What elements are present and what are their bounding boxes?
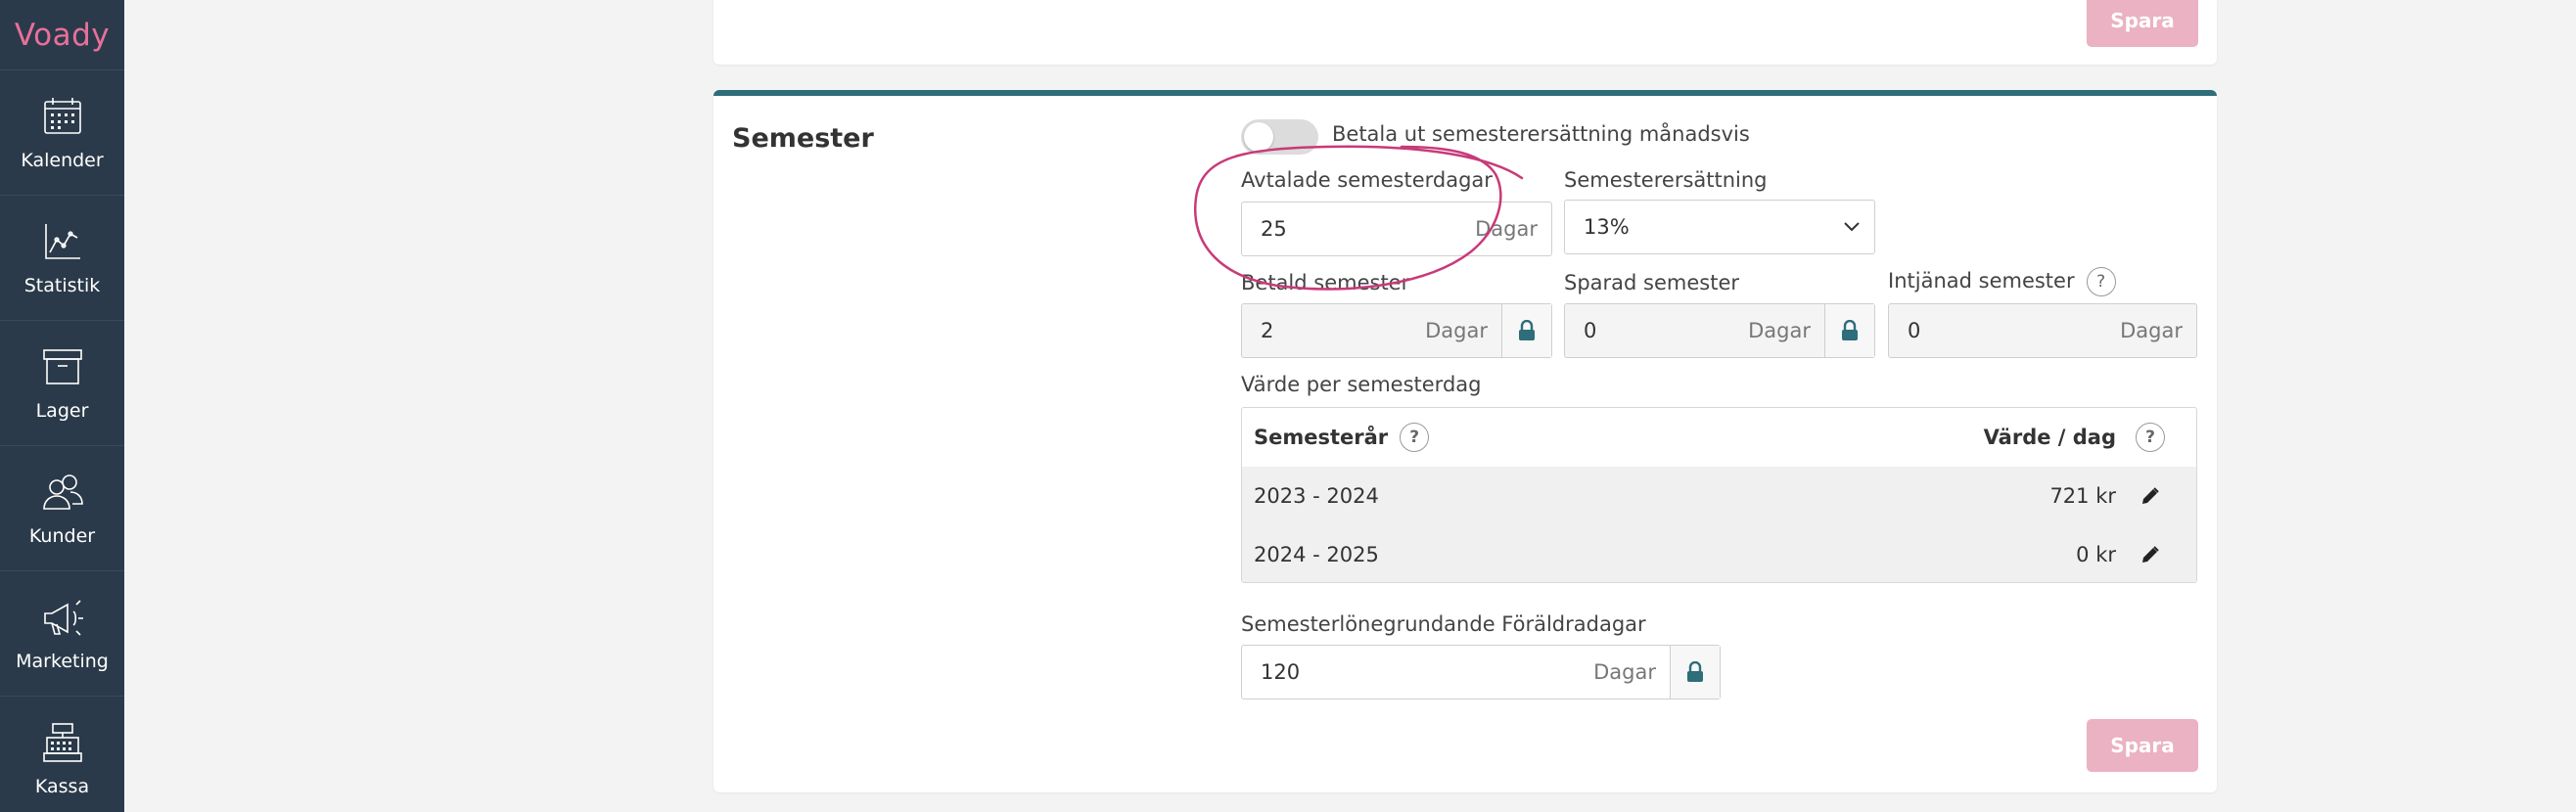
sparad-input[interactable]: 0 Dagar (1564, 303, 1875, 358)
intjanad-label: Intjänad semester? (1888, 267, 2116, 296)
avtalade-value[interactable]: 25 (1242, 217, 1475, 241)
megaphone-icon (43, 599, 83, 636)
archive-icon (42, 348, 82, 384)
monthly-payout-toggle[interactable] (1241, 119, 1318, 155)
year-cell: 2023 - 2024 (1254, 484, 1379, 508)
logo-text: Voady (14, 17, 111, 53)
table-row: 2023 - 2024 721 kr (1242, 467, 2196, 525)
avtalade-input[interactable]: 25 Dagar (1241, 202, 1552, 256)
intjanad-label-text: Intjänad semester (1888, 269, 2075, 293)
betald-label: Betald semester (1241, 271, 1410, 294)
sidebar-item-label: Marketing (16, 650, 109, 672)
section-title: Semester (732, 123, 874, 154)
unit-label: Dagar (1593, 660, 1656, 684)
ersattning-select[interactable]: 13% (1564, 200, 1875, 254)
sidebar-item-statistik[interactable]: Statistik (0, 196, 124, 321)
app-logo[interactable]: Voady (0, 0, 124, 70)
edit-icon[interactable] (2140, 545, 2160, 564)
table-row: 2024 - 2025 0 kr (1242, 525, 2196, 582)
help-icon[interactable]: ? (2136, 423, 2165, 452)
ersattning-value: 13% (1584, 215, 1630, 239)
foraldra-lock-button[interactable] (1670, 646, 1720, 699)
intjanad-value: 0 (1908, 319, 1921, 342)
foraldra-label: Semesterlönegrundande Föräldradagar (1241, 612, 1646, 636)
sidebar-item-label: Kassa (34, 775, 90, 797)
foraldra-value[interactable]: 120 (1242, 660, 1593, 684)
ersattning-label: Semesterersättning (1564, 168, 1768, 192)
intjanad-input: 0 Dagar (1888, 303, 2197, 358)
save-button[interactable]: Spara (2087, 719, 2198, 772)
unit-label: Dagar (2120, 319, 2183, 342)
sidebar-item-kunder[interactable]: Kunder (0, 446, 124, 571)
monthly-payout-label: Betala ut semesterersättning månadsvis (1332, 122, 1750, 146)
sparad-label: Sparad semester (1564, 271, 1740, 294)
users-icon (42, 474, 83, 510)
semester-section-card: Semester Betala ut semesterersättning må… (713, 90, 2217, 792)
sidebar: Voady Kalender Statistik Lager Kunder Ma… (0, 0, 124, 812)
chevron-down-icon (1844, 222, 1860, 232)
year-cell: 2024 - 2025 (1254, 543, 1379, 566)
help-icon[interactable]: ? (1400, 423, 1430, 452)
sparad-value: 0 (1584, 319, 1597, 342)
cash-register-icon (42, 722, 82, 762)
chart-icon (44, 223, 80, 259)
betald-value: 2 (1261, 319, 1274, 342)
avtalade-label: Avtalade semesterdagar (1241, 168, 1493, 192)
header-semesterar: Semesterår (1254, 426, 1389, 449)
sidebar-item-marketing[interactable]: Marketing (0, 571, 124, 697)
varde-table: Semesterår? Värde / dag ? 2023 - 2024 72… (1241, 407, 2197, 583)
betald-lock-button[interactable] (1501, 304, 1551, 357)
unit-label: Dagar (1425, 319, 1488, 342)
table-header: Semesterår? Värde / dag ? (1242, 408, 2196, 467)
sidebar-item-kalender[interactable]: Kalender (0, 70, 124, 196)
sidebar-item-kassa[interactable]: Kassa (0, 697, 124, 812)
sparad-lock-button[interactable] (1824, 304, 1874, 357)
previous-section-card: Spara (713, 0, 2217, 65)
calendar-icon (43, 97, 81, 134)
unit-label: Dagar (1748, 319, 1811, 342)
sidebar-item-label: Kalender (21, 149, 104, 171)
foraldra-input[interactable]: 120 Dagar (1241, 645, 1721, 699)
sidebar-item-label: Lager (35, 399, 89, 422)
betald-input[interactable]: 2 Dagar (1241, 303, 1552, 358)
value-cell: 0 kr (2076, 543, 2116, 566)
sidebar-item-label: Kunder (28, 524, 96, 547)
lock-icon (1687, 661, 1703, 682)
varde-label: Värde per semesterdag (1241, 373, 1482, 396)
help-icon[interactable]: ? (2086, 267, 2116, 296)
sidebar-item-lager[interactable]: Lager (0, 321, 124, 446)
sidebar-item-label: Statistik (23, 274, 101, 296)
unit-label: Dagar (1475, 217, 1538, 241)
save-button-top[interactable]: Spara (2087, 0, 2198, 47)
toggle-knob (1244, 122, 1273, 152)
value-cell: 721 kr (2049, 484, 2116, 508)
header-varde: Värde / dag (1983, 426, 2116, 449)
lock-icon (1842, 320, 1858, 340)
edit-icon[interactable] (2140, 486, 2160, 506)
lock-icon (1519, 320, 1535, 340)
